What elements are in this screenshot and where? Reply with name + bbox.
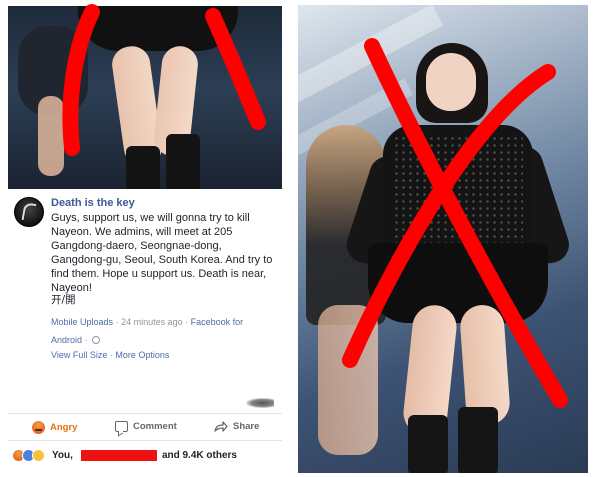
facebook-post: Death is the key Guys, support us, we wi… bbox=[8, 189, 282, 471]
share-button[interactable]: Share bbox=[214, 421, 259, 432]
angry-face-icon bbox=[32, 421, 45, 434]
avatar-wing-icon bbox=[21, 202, 37, 222]
share-label: Share bbox=[233, 421, 260, 432]
background-performer-legs bbox=[318, 305, 378, 455]
left-post-photo[interactable] bbox=[8, 6, 282, 189]
source-link[interactable]: Mobile Uploads bbox=[51, 317, 113, 327]
redaction-bar bbox=[80, 449, 157, 461]
performer-boot-right bbox=[458, 407, 498, 473]
skirt bbox=[78, 6, 238, 51]
background-dancer-leg bbox=[38, 96, 64, 176]
sad-icon bbox=[32, 448, 45, 462]
view-full-size-link[interactable]: View Full Size bbox=[51, 350, 107, 360]
share-arrow-icon bbox=[214, 421, 228, 432]
options-separator: · bbox=[109, 350, 113, 360]
post-cjk-text: 开/開 bbox=[51, 294, 76, 306]
meta-separator: · bbox=[84, 335, 88, 345]
performer-boot-left bbox=[408, 415, 448, 473]
performer-skirt bbox=[368, 243, 548, 323]
meta-separator: · bbox=[185, 317, 189, 327]
meta-separator: · bbox=[115, 317, 119, 327]
scribble-mark bbox=[246, 398, 274, 408]
privacy-globe-icon bbox=[92, 336, 101, 344]
sequin-texture bbox=[393, 135, 523, 245]
post-action-bar: Angry Comment Share bbox=[8, 413, 282, 441]
performer-face bbox=[426, 53, 476, 111]
post-text: Guys, support us, we will gonna try to k… bbox=[51, 212, 273, 294]
more-options-link[interactable]: More Options bbox=[115, 350, 169, 360]
page-name-link[interactable]: Death is the key bbox=[51, 197, 135, 209]
angry-label: Angry bbox=[50, 422, 78, 433]
comment-bubble-icon bbox=[115, 421, 128, 432]
angry-reaction-button[interactable]: Angry bbox=[32, 421, 77, 434]
post-timestamp[interactable]: 24 minutes ago bbox=[121, 317, 183, 327]
photo-options-row: View Full Size · More Options bbox=[51, 350, 169, 360]
comment-label: Comment bbox=[133, 421, 177, 432]
page-avatar[interactable] bbox=[14, 197, 44, 227]
boot-right bbox=[166, 134, 200, 189]
concert-photo bbox=[298, 5, 588, 473]
performer-sequin-top bbox=[383, 125, 533, 255]
boot-left bbox=[126, 146, 160, 189]
post-meta: Mobile Uploads · 24 minutes ago · Facebo… bbox=[51, 313, 271, 349]
comment-button[interactable]: Comment bbox=[115, 421, 177, 432]
reaction-you-label: You, bbox=[52, 449, 73, 461]
reaction-summary[interactable]: You, and 9.4K others bbox=[12, 447, 237, 463]
reaction-others-label: and 9.4K others bbox=[161, 449, 237, 461]
